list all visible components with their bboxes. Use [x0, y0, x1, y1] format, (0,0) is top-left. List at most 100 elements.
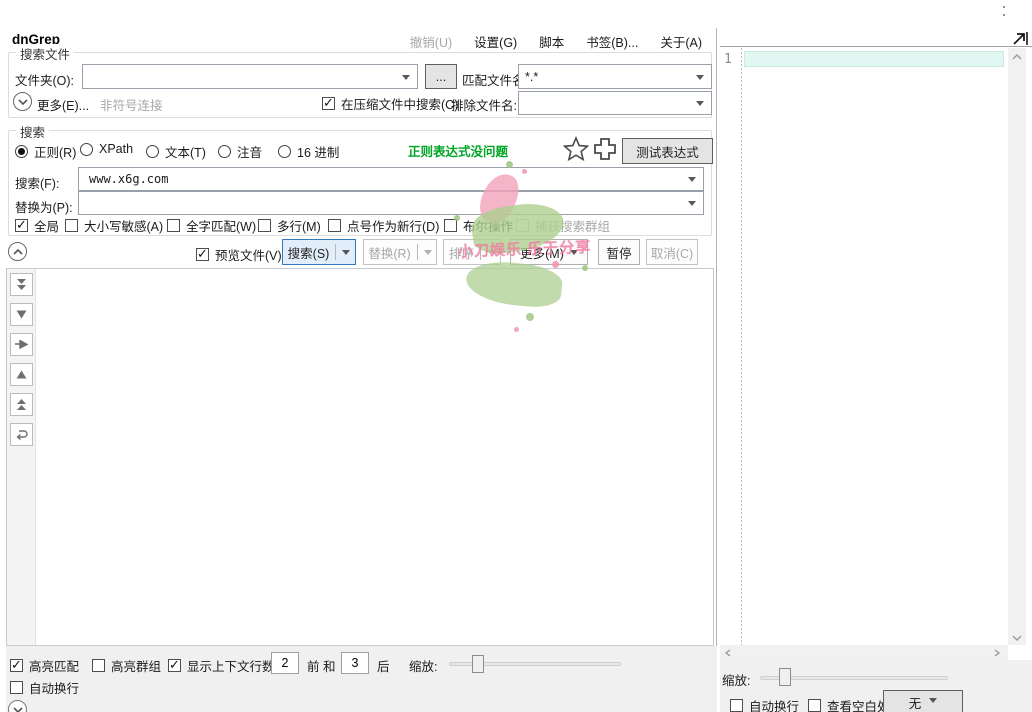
dropdown-arrow-icon[interactable] [424, 250, 432, 259]
checkbox-icon [10, 659, 23, 672]
radio-icon [80, 143, 93, 156]
sort-button-label: 排序 [449, 243, 474, 262]
option-label: 捕获搜索群组 [535, 216, 610, 235]
dropdown-arrow-icon[interactable] [570, 250, 578, 259]
chevron-down-icon [18, 99, 28, 105]
preview-vertical-scrollbar[interactable] [1008, 48, 1026, 645]
folder-combobox[interactable] [82, 64, 418, 89]
show-context-lines-checkbox[interactable]: 显示上下文行数 [168, 656, 275, 675]
preview-wrap-label: 自动换行 [749, 696, 799, 712]
menu-about[interactable]: 关于(A) [660, 32, 702, 51]
results-panel [6, 268, 714, 646]
preview-editor[interactable]: 1 [720, 48, 1007, 645]
mode-label: 文本(T) [165, 142, 206, 161]
option-label: 全字匹配(W) [186, 216, 256, 235]
dropdown-arrow-icon[interactable] [696, 101, 704, 110]
ellipsis-dots [1003, 6, 1006, 20]
checkbox-icon [258, 219, 271, 232]
match-filename-combobox[interactable]: *.* [518, 64, 712, 89]
menu-script[interactable]: 脚本 [539, 32, 564, 51]
current-match-button[interactable] [10, 333, 33, 356]
highlight-groups-checkbox[interactable]: 高亮群组 [92, 656, 161, 675]
wrap-navigation-button[interactable] [10, 423, 33, 446]
results-wrap-checkbox[interactable]: 自动换行 [10, 678, 79, 697]
option-boolean-checkbox[interactable]: 布尔操作 [444, 216, 513, 235]
option-multiline-checkbox[interactable]: 多行(M) [258, 216, 321, 235]
context-before-input[interactable] [271, 652, 299, 674]
radio-icon [146, 145, 159, 158]
results-zoom-slider-thumb[interactable] [472, 655, 484, 673]
replace-with-combobox[interactable] [78, 191, 704, 215]
go-to-first-match-button[interactable] [10, 393, 33, 416]
option-whole-word-checkbox[interactable]: 全字匹配(W) [167, 216, 256, 235]
sort-button[interactable]: 排序 [443, 239, 501, 265]
checkbox-icon [328, 219, 341, 232]
next-match-button[interactable] [10, 303, 33, 326]
scroll-down-icon[interactable] [1012, 635, 1022, 641]
dropdown-arrow-icon [929, 698, 937, 707]
mode-regex-radio[interactable]: 正则(R) [15, 142, 76, 161]
scroll-left-icon[interactable] [725, 649, 731, 657]
more-options-expander[interactable] [13, 92, 32, 111]
arrow-up-icon [16, 370, 27, 379]
dropdown-arrow-icon[interactable] [487, 250, 495, 259]
scroll-right-icon[interactable] [994, 649, 1000, 657]
search-archives-checkbox[interactable]: 在压缩文件中搜索(C) [322, 94, 458, 113]
menu-settings[interactable]: 设置(G) [474, 32, 517, 51]
cancel-button[interactable]: 取消(C) [646, 239, 698, 265]
menu-bookmarks[interactable]: 书签(B)... [586, 32, 638, 51]
mode-label: XPath [99, 142, 133, 156]
highlight-matches-checkbox[interactable]: 高亮匹配 [10, 656, 79, 675]
scroll-up-icon[interactable] [1012, 54, 1022, 60]
radio-icon [15, 145, 28, 158]
checkbox-icon [444, 219, 457, 232]
more-options-label[interactable]: 更多(E)... [37, 95, 89, 114]
previous-match-button[interactable] [10, 363, 33, 386]
pause-button[interactable]: 暂停 [598, 239, 640, 265]
mode-phonetic-radio[interactable]: 注音 [218, 142, 262, 161]
results-zoom-label: 缩放: [409, 656, 437, 675]
option-global-checkbox[interactable]: 全局 [15, 216, 59, 235]
popout-preview-icon[interactable] [1012, 30, 1028, 46]
mode-hex-radio[interactable]: 16 进制 [278, 142, 339, 161]
whitespace-mode-dropdown[interactable]: 无 [883, 690, 963, 712]
results-footer: 高亮匹配 高亮群组 显示上下文行数 前 和 后 缩放: 自动换行 [6, 646, 717, 712]
add-bookmark-plus-icon[interactable] [592, 136, 618, 162]
view-whitespace-checkbox[interactable]: 查看空白处 [808, 696, 890, 712]
favorite-star-icon[interactable] [563, 136, 589, 162]
option-case-sensitive-checkbox[interactable]: 大小写敏感(A) [65, 216, 163, 235]
more-button[interactable]: 更多(M) [510, 239, 588, 265]
arrow-right-icon [15, 340, 28, 349]
preview-wrap-checkbox[interactable]: 自动换行 [730, 696, 799, 712]
menu-undo[interactable]: 撤销(U) [410, 32, 452, 51]
mode-text-radio[interactable]: 文本(T) [146, 142, 206, 161]
dropdown-arrow-icon[interactable] [688, 201, 696, 210]
search-for-combobox[interactable]: www.x6g.com [78, 167, 704, 191]
checkbox-icon [10, 681, 23, 694]
search-split-button[interactable]: 搜索(S) [282, 239, 356, 265]
dropdown-arrow-icon[interactable] [342, 250, 350, 259]
preview-file-checkbox[interactable]: 预览文件(V) [196, 245, 282, 264]
preview-horizontal-scrollbar[interactable] [720, 645, 1008, 660]
dropdown-arrow-icon[interactable] [696, 75, 704, 84]
checkbox-icon [15, 219, 28, 232]
highlight-groups-label: 高亮群组 [111, 656, 161, 675]
browse-button[interactable]: ... [425, 64, 457, 89]
no-symlink-label: 非符号连接 [100, 95, 163, 114]
folder-label: 文件夹(O): [15, 70, 74, 89]
dropdown-arrow-icon[interactable] [402, 75, 410, 84]
mode-xpath-radio[interactable]: XPath [80, 142, 133, 156]
preview-zoom-slider-thumb[interactable] [779, 668, 791, 686]
checkbox-icon [322, 97, 335, 110]
option-dot-newline-checkbox[interactable]: 点号作为新行(D) [328, 216, 439, 235]
context-after-input[interactable] [341, 652, 369, 674]
test-expression-button[interactable]: 测试表达式 [622, 138, 713, 164]
replace-split-button[interactable]: 替换(R) [363, 239, 437, 265]
expand-bottom-panel-button[interactable] [8, 700, 27, 712]
current-line-highlight [744, 51, 1004, 67]
results-wrap-label: 自动换行 [29, 678, 79, 697]
dropdown-arrow-icon[interactable] [688, 177, 696, 186]
go-to-last-match-button[interactable] [10, 273, 33, 296]
collapse-panel-button[interactable] [8, 242, 27, 261]
exclude-filename-combobox[interactable] [518, 91, 712, 115]
